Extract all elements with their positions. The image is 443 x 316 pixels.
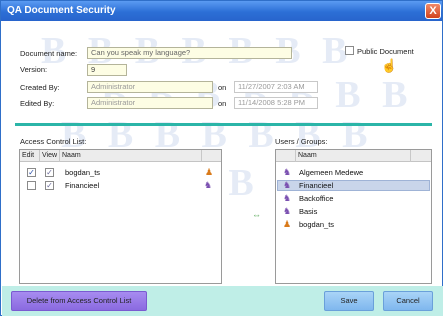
table-row[interactable]: ✓ ✓ bogdan_ts ♟ <box>21 167 220 178</box>
document-name-label: Document name: <box>20 49 78 58</box>
group-name: Algemeen Medewe <box>299 168 364 177</box>
view-checkbox[interactable]: ✓ <box>45 181 54 190</box>
acl-row-name: bogdan_ts <box>65 168 101 177</box>
acl-row-name: Financieel <box>65 181 100 190</box>
public-document-checkbox[interactable] <box>345 46 354 55</box>
acl-title: Access Control List: <box>20 137 87 146</box>
list-item[interactable]: ♞ Financieel <box>277 180 430 191</box>
created-on-field: 11/27/2007 2:03 AM <box>234 81 318 93</box>
hand-cursor-icon: ☝ <box>381 58 398 73</box>
version-label: Version: <box>20 65 48 74</box>
close-button[interactable]: X <box>425 3 441 19</box>
column-header-edit[interactable]: Edit <box>20 150 40 162</box>
security-dialog: B B B B B B B B B B B B B B B B B B B B … <box>0 0 443 316</box>
watermark: B B B B B B B <box>101 74 414 116</box>
delete-from-acl-button[interactable]: Delete from Access Control List <box>11 291 147 311</box>
column-header-naam[interactable]: Naam <box>60 150 202 162</box>
column-header-spacer <box>202 150 221 162</box>
acl-list[interactable]: Edit View Naam ✓ ✓ bogdan_ts ♟ ✓ Financi… <box>19 149 222 284</box>
section-divider <box>15 123 432 126</box>
transfer-arrows-icon[interactable]: ⇔ <box>252 210 261 220</box>
users-groups-title: Users / Groups: <box>275 137 328 146</box>
list-item[interactable]: ♞ Basis <box>277 206 430 217</box>
edited-on-field: 11/14/2008 5:28 PM <box>234 97 318 109</box>
edited-on-label: on <box>218 99 227 108</box>
group-icon: ♞ <box>204 180 213 190</box>
group-icon: ♞ <box>283 180 292 190</box>
dialog-footer: Delete from Access Control List Save Can… <box>2 286 443 316</box>
user-name: bogdan_ts <box>299 220 335 229</box>
edited-by-label: Edited By: <box>20 99 55 108</box>
table-row[interactable]: ✓ Financieel ♞ <box>21 180 220 191</box>
column-header-blank <box>276 150 296 162</box>
created-by-label: Created By: <box>20 83 60 92</box>
document-name-field[interactable]: Can you speak my language? <box>87 47 292 59</box>
edit-checkbox[interactable] <box>27 181 36 190</box>
column-header-view[interactable]: View <box>40 150 60 162</box>
title-bar[interactable]: QA Document Security X <box>1 1 442 21</box>
edited-by-field: Administrator <box>87 97 213 109</box>
users-groups-list[interactable]: Naam ♞ Algemeen Medewe ♞ Financieel ♞ Ba… <box>275 149 432 284</box>
column-header-spacer <box>411 150 431 162</box>
users-groups-header: Naam <box>276 150 431 162</box>
group-icon: ♞ <box>283 167 292 177</box>
close-icon: X <box>429 5 437 17</box>
created-by-field: Administrator <box>87 81 213 93</box>
list-item[interactable]: ♞ Algemeen Medewe <box>277 167 430 178</box>
group-name: Financieel <box>299 181 334 190</box>
version-field[interactable]: 9 <box>87 64 127 76</box>
public-document-label[interactable]: Public Document <box>357 47 414 56</box>
user-icon: ♟ <box>205 167 214 177</box>
view-checkbox[interactable]: ✓ <box>45 168 54 177</box>
group-name: Basis <box>299 207 318 216</box>
created-on-label: on <box>218 83 227 92</box>
window-title: QA Document Security <box>7 5 116 16</box>
cancel-button[interactable]: Cancel <box>383 291 433 311</box>
list-item[interactable]: ♞ Backoffice <box>277 193 430 204</box>
acl-header: Edit View Naam <box>20 150 221 162</box>
column-header-naam[interactable]: Naam <box>296 150 411 162</box>
group-name: Backoffice <box>299 194 334 203</box>
user-icon: ♟ <box>283 219 292 229</box>
list-item[interactable]: ♟ bogdan_ts <box>277 219 430 230</box>
edit-checkbox[interactable]: ✓ <box>27 168 36 177</box>
group-icon: ♞ <box>283 206 292 216</box>
save-button[interactable]: Save <box>324 291 374 311</box>
group-icon: ♞ <box>283 193 292 203</box>
